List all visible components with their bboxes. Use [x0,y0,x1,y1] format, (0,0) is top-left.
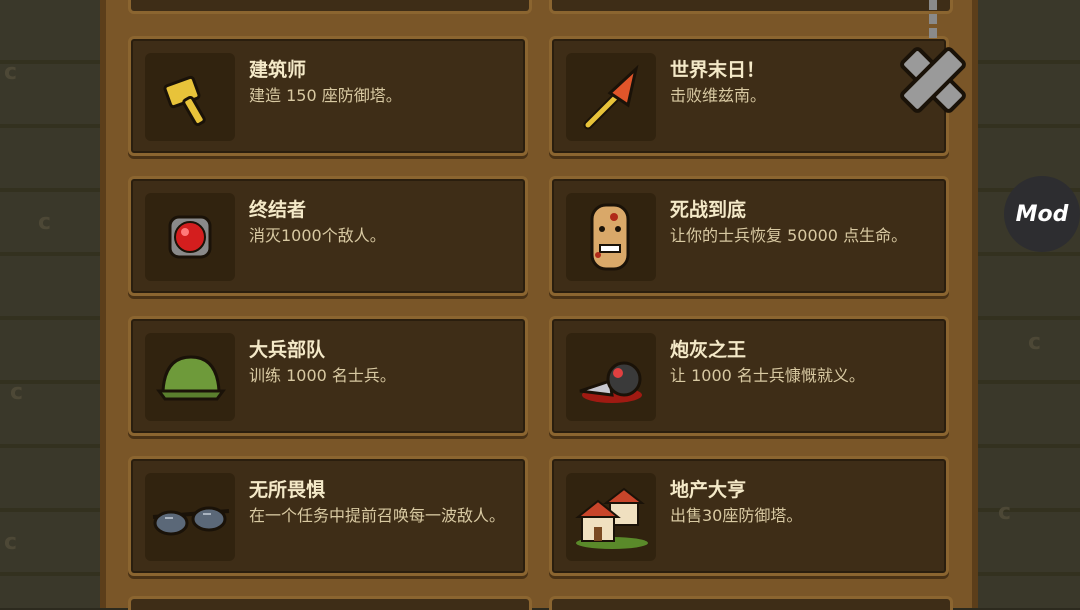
fallen-soldier-icon [579,361,642,403]
bark-knot: c [998,500,1012,525]
achievement-board: 建筑师 建造 150 座防御塔。 世界末日！ 击败维兹南。 终结者 消灭1000… [100,0,978,610]
bark-knot: c [4,530,18,555]
right-bark-panel: c c [978,0,1080,608]
achievement-title: 建筑师 [249,59,307,81]
achievement-icon-box [566,473,656,561]
achievement-icon-box [566,333,656,421]
partial-card-top [128,0,532,14]
achievement-desc: 出售30座防御塔。 [670,506,803,525]
achievement-card[interactable]: 炮灰之王 让 1000 名士兵慷慨就义。 [549,316,949,436]
achievement-title: 死战到底 [670,199,747,221]
bloody-face-icon [590,203,630,271]
achievement-card[interactable]: 大兵部队 训练 1000 名士兵。 [128,316,528,436]
achievement-title: 终结者 [249,199,307,221]
bark-knot: c [10,380,24,405]
achievement-icon-box [566,193,656,281]
achievement-title: 地产大亨 [670,479,747,501]
houses-icon [575,487,648,549]
sunglasses-icon [152,506,230,536]
achievement-card[interactable]: 终结者 消灭1000个敌人。 [128,176,528,296]
achievement-card[interactable]: 死战到底 让你的士兵恢复 50000 点生命。 [549,176,949,296]
achievement-icon-box [145,53,235,141]
achievement-icon-box [145,333,235,421]
bark-knot: c [1028,330,1042,355]
achievement-icon-box [145,193,235,281]
achievement-desc: 建造 150 座防御塔。 [249,86,402,105]
hammer-icon [163,75,206,127]
bark-knot: c [38,210,52,235]
achievement-card[interactable]: 建筑师 建造 150 座防御塔。 [128,36,528,156]
achievement-desc: 让 1000 名士兵慷慨就义。 [670,366,865,385]
achievement-icon-box [566,53,656,141]
achievement-desc: 让你的士兵恢复 50000 点生命。 [670,226,908,245]
red-gem-icon [168,215,212,259]
close-icon[interactable] [888,0,978,125]
achievement-card[interactable]: 地产大亨 出售30座防御塔。 [549,456,949,576]
achievement-title: 无所畏惧 [249,479,326,501]
bark-knot: c [4,60,18,85]
achievement-card[interactable]: 无所畏惧 在一个任务中提前召唤每一波敌人。 [128,456,528,576]
achievement-title: 大兵部队 [249,339,326,361]
achievement-icon-box [145,473,235,561]
helmet-icon [156,355,226,401]
spear-icon [583,64,639,130]
achievement-desc: 在一个任务中提前召唤每一波敌人。 [249,506,506,525]
achievement-title: 炮灰之王 [670,339,747,361]
achievement-desc: 训练 1000 名士兵。 [249,366,396,385]
mod-button[interactable]: Mod [1004,176,1080,252]
left-bark-panel: c c c c [0,0,100,608]
achievement-desc: 消灭1000个敌人。 [249,226,386,245]
